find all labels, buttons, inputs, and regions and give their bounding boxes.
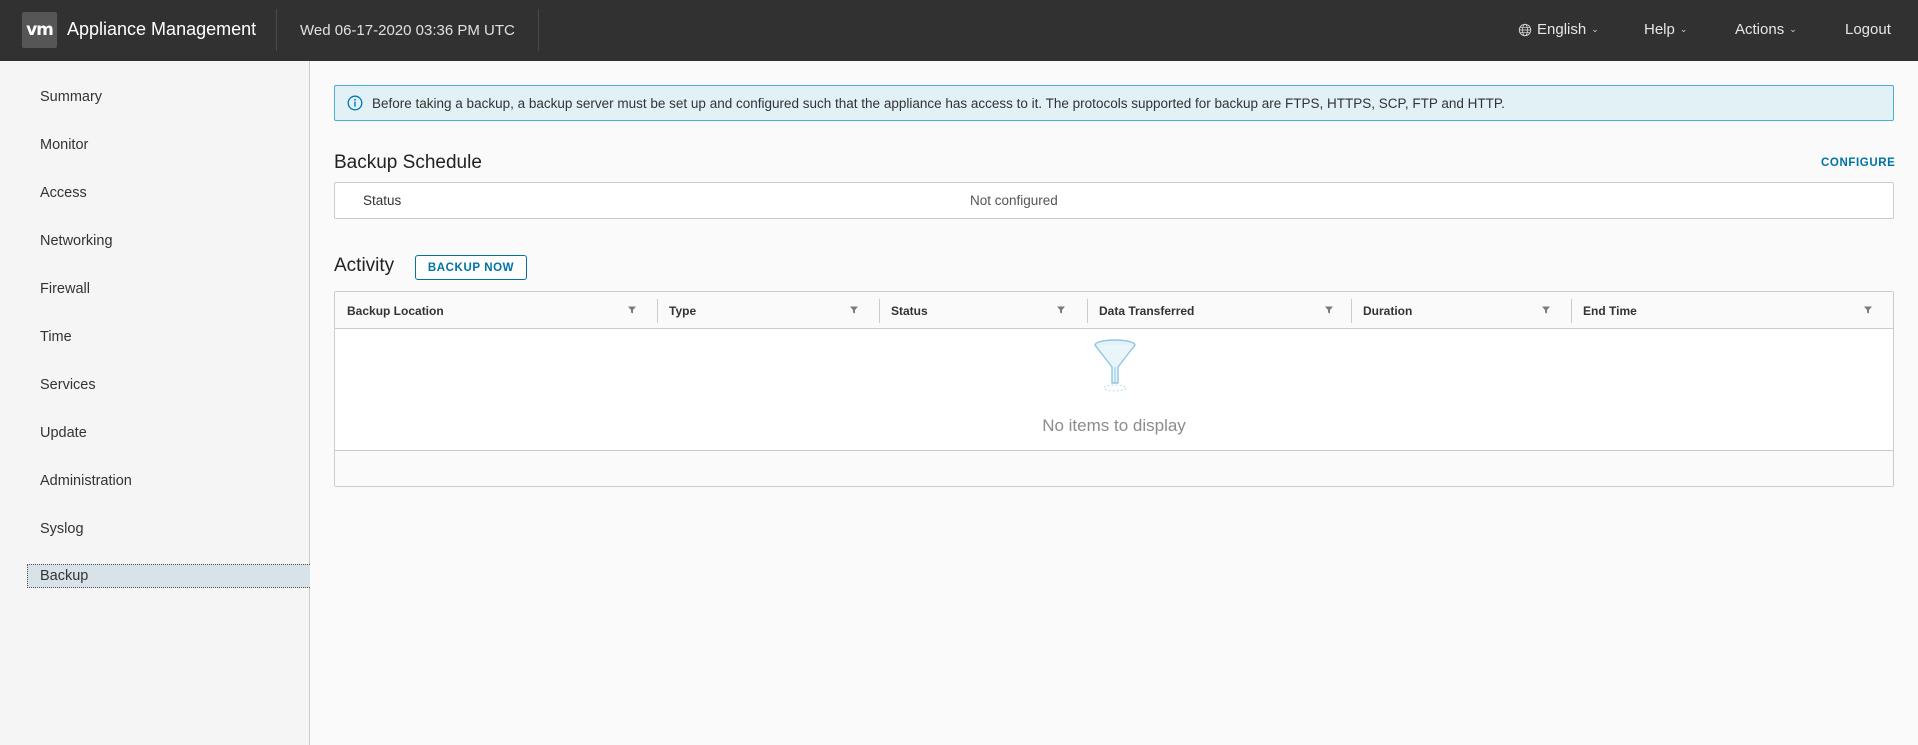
empty-filter-icon [1094, 339, 1136, 392]
sidebar-nav: Summary Monitor Access Networking Firewa… [0, 61, 310, 745]
header-divider [276, 9, 277, 51]
sidebar-item-monitor[interactable]: Monitor [27, 133, 310, 157]
schedule-status-key: Status [363, 193, 402, 208]
sidebar-item-access[interactable]: Access [27, 181, 310, 205]
actions-label: Actions [1735, 21, 1785, 38]
sidebar-item-firewall[interactable]: Firewall [27, 277, 310, 301]
chevron-down-icon: ⌄ [1679, 24, 1688, 34]
header-datetime: Wed 06-17-2020 03:36 PM UTC [300, 22, 515, 39]
chevron-down-icon: ⌄ [1591, 24, 1599, 34]
column-label: End Time [1583, 304, 1637, 318]
datagrid-footer [335, 450, 1893, 486]
column-label: Type [669, 304, 697, 318]
actions-menu[interactable]: Actions ⌄ [1735, 21, 1797, 38]
sidebar-item-administration[interactable]: Administration [27, 469, 310, 493]
filter-icon[interactable] [1541, 305, 1551, 315]
filter-icon[interactable] [1056, 305, 1066, 315]
help-menu[interactable]: Help ⌄ [1644, 21, 1687, 38]
empty-state-text: No items to display [1042, 416, 1186, 435]
datagrid-header: Backup Location Type Status Data Transfe… [335, 292, 1893, 329]
app-title: Appliance Management [67, 19, 257, 39]
filter-icon[interactable] [849, 305, 859, 315]
configure-link[interactable]: CONFIGURE [1821, 157, 1895, 169]
column-backup-location[interactable]: Backup Location [335, 292, 657, 329]
sidebar-item-update[interactable]: Update [27, 421, 310, 445]
column-end-time[interactable]: End Time [1571, 292, 1893, 329]
language-label: English [1537, 21, 1587, 38]
sidebar-item-services[interactable]: Services [27, 373, 310, 397]
column-duration[interactable]: Duration [1351, 292, 1571, 329]
chevron-down-icon: ⌄ [1789, 24, 1797, 34]
activity-datagrid: Backup Location Type Status Data Transfe… [334, 291, 1894, 487]
sidebar-item-backup[interactable]: Backup [27, 564, 310, 588]
column-label: Status [891, 304, 928, 318]
sidebar-item-syslog[interactable]: Syslog [27, 517, 310, 541]
filter-icon[interactable] [1324, 305, 1334, 315]
backup-schedule-title: Backup Schedule [334, 152, 482, 173]
column-type[interactable]: Type [657, 292, 879, 329]
column-label: Data Transferred [1099, 304, 1195, 318]
alert-text: Before taking a backup, a backup server … [372, 95, 1505, 111]
column-status[interactable]: Status [879, 292, 1087, 329]
sidebar-item-time[interactable]: Time [27, 325, 310, 349]
column-data-transferred[interactable]: Data Transferred [1087, 292, 1351, 329]
app-header: vm Appliance Management Wed 06-17-2020 0… [0, 0, 1918, 61]
filter-icon[interactable] [627, 305, 637, 315]
logout-link[interactable]: Logout [1845, 21, 1891, 38]
info-icon [347, 95, 363, 111]
help-label: Help [1644, 21, 1675, 38]
backup-now-button[interactable]: BACKUP NOW [415, 255, 527, 280]
filter-icon[interactable] [1863, 305, 1873, 315]
header-divider [538, 9, 539, 51]
vmware-logo: vm [22, 12, 57, 48]
activity-title: Activity [334, 255, 395, 276]
sidebar-item-summary[interactable]: Summary [27, 85, 310, 109]
language-menu[interactable]: English ⌄ [1518, 21, 1599, 38]
column-label: Backup Location [347, 304, 444, 318]
schedule-status-value: Not configured [970, 193, 1058, 208]
info-alert: Before taking a backup, a backup server … [334, 85, 1894, 121]
globe-icon [1518, 23, 1532, 36]
datagrid-body: No items to display [335, 329, 1893, 450]
column-label: Duration [1363, 304, 1413, 318]
schedule-status-box: Status Not configured [334, 182, 1894, 219]
sidebar-item-networking[interactable]: Networking [27, 229, 310, 253]
